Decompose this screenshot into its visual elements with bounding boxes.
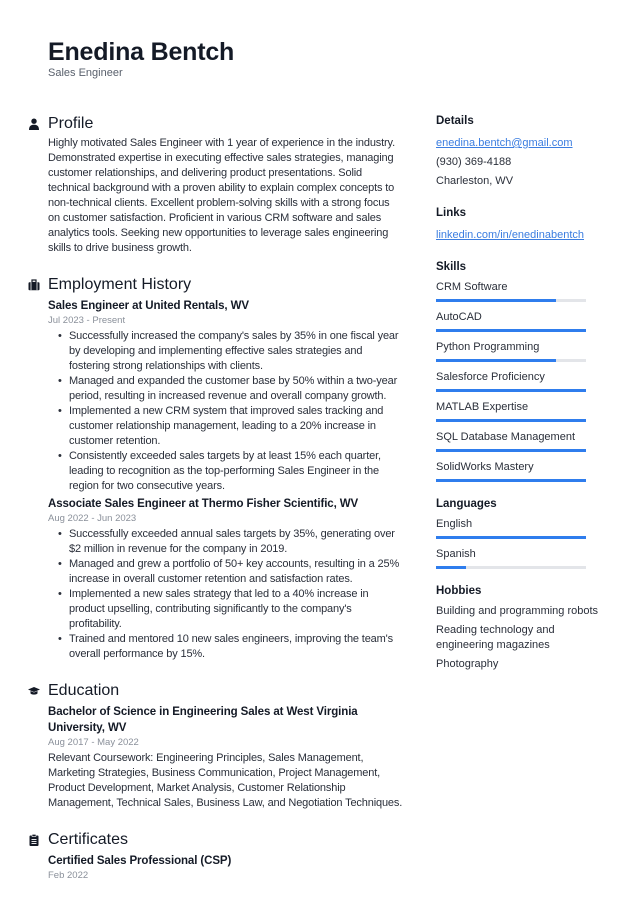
details-heading: Details — [436, 115, 474, 127]
language-item-level-fill — [436, 566, 466, 569]
hobby-item: Building and programming robots — [436, 605, 599, 617]
achievement-item: Trained and mentored 10 new sales engine… — [58, 632, 404, 662]
language-item-level-track — [436, 566, 586, 569]
skills-section: Skills CRM Software AutoCAD Python Program… — [436, 259, 606, 482]
education-heading-text: Education — [48, 682, 120, 699]
graduation-cap-icon — [28, 687, 40, 695]
job-dates: Jul 2023 - Present — [48, 315, 126, 326]
job-title: Associate Sales Engineer at Thermo Fishe… — [48, 498, 359, 510]
skill-item-level-fill — [436, 419, 586, 422]
achievement-item: Managed and expanded the customer base b… — [58, 374, 404, 404]
job-dates: Aug 2022 - Jun 2023 — [48, 513, 137, 524]
achievement-item: Implemented a new CRM system that improv… — [58, 404, 404, 449]
education-section: Education Bachelor of Science in Enginee… — [28, 680, 404, 811]
skill-item: Python Programming — [436, 340, 606, 362]
skill-item-label: MATLAB Expertise — [436, 401, 529, 413]
skill-item-level-track — [436, 359, 586, 362]
education-entry: Bachelor of Science in Engineering Sales… — [48, 704, 404, 811]
skills-list: CRM Software AutoCAD Python Programming Sal… — [436, 280, 606, 482]
links-heading: Links — [436, 207, 467, 219]
sidebar-column: Details enedina.bentch@gmail.com (930) 3… — [436, 113, 606, 686]
language-item: Spanish — [436, 547, 606, 569]
skill-item: Salesforce Proficiency — [436, 370, 606, 392]
skill-item-level-track — [436, 329, 586, 332]
main-column: Profile Highly motivated Sales Engineer … — [28, 113, 404, 901]
hobbies-heading: Hobbies — [436, 585, 482, 597]
skill-item-level-track — [436, 449, 586, 452]
certificates-heading: Certificates — [29, 829, 404, 851]
skill-item-label: Salesforce Proficiency — [436, 371, 545, 383]
job-achievements: Successfully exceeded annual sales targe… — [48, 527, 404, 662]
phone-number: (930) 369-4188 — [436, 156, 512, 168]
education-heading: Education — [28, 680, 404, 702]
skill-item: SolidWorks Mastery — [436, 460, 606, 482]
skill-item-level-track — [436, 419, 586, 422]
hobby-item: Photography — [436, 658, 499, 670]
skill-item: AutoCAD — [436, 310, 606, 332]
languages-section: Languages English Spanish — [436, 496, 606, 569]
skill-item-level-fill — [436, 359, 556, 362]
briefcase-icon — [28, 279, 40, 291]
skill-item: CRM Software — [436, 280, 606, 302]
location: Charleston, WV — [436, 175, 514, 187]
candidate-title: Sales Engineer — [48, 67, 123, 79]
profile-heading: Profile — [29, 113, 404, 135]
skill-item-level-fill — [436, 389, 586, 392]
hobbies-section: Hobbies Building and programming robots … — [436, 583, 606, 672]
achievement-item: Implemented a new sales strategy that le… — [58, 587, 404, 632]
employment-heading-text: Employment History — [48, 276, 192, 293]
skill-item-level-fill — [436, 479, 586, 482]
achievement-item: Successfully exceeded annual sales targe… — [58, 527, 404, 557]
skill-item-label: AutoCAD — [436, 311, 482, 323]
skill-item-label: CRM Software — [436, 281, 508, 293]
skill-item-level-fill — [436, 449, 586, 452]
skill-item-label: SolidWorks Mastery — [436, 461, 534, 473]
skill-item-level-fill — [436, 329, 586, 332]
achievement-item: Consistently exceeded sales targets by a… — [58, 449, 404, 494]
profile-section: Profile Highly motivated Sales Engineer … — [29, 113, 404, 256]
profile-heading-text: Profile — [48, 115, 94, 132]
education-description: Relevant Coursework: Engineering Princip… — [48, 752, 403, 809]
clipboard-icon — [29, 834, 39, 846]
employment-heading: Employment History — [28, 274, 404, 296]
skill-item-level-track — [436, 299, 586, 302]
skill-item-level-track — [436, 479, 586, 482]
certificate-entry: Certified Sales Professional (CSP) Feb 2… — [48, 853, 404, 883]
candidate-name: Enedina Bentch — [48, 38, 235, 66]
certificate-title: Certified Sales Professional (CSP) — [48, 855, 232, 867]
job-title: Sales Engineer at United Rentals, WV — [48, 300, 249, 312]
email-link[interactable]: enedina.bentch@gmail.com — [436, 134, 606, 153]
language-item-level-track — [436, 536, 586, 539]
language-item: English — [436, 517, 606, 539]
certificates-section: Certificates Certified Sales Professiona… — [29, 829, 404, 883]
links-section: Links linkedin.com/in/enedinabentch — [436, 205, 606, 245]
language-item-level-fill — [436, 536, 586, 539]
certificate-date: Feb 2022 — [48, 870, 89, 881]
skill-item: MATLAB Expertise — [436, 400, 606, 422]
languages-heading: Languages — [436, 498, 497, 510]
skills-heading: Skills — [436, 261, 467, 273]
hobby-item: Reading technology and engineering magaz… — [436, 624, 555, 651]
degree-title: Bachelor of Science in Engineering Sales… — [48, 706, 358, 734]
achievement-item: Managed and grew a portfolio of 50+ key … — [58, 557, 404, 587]
languages-list: English Spanish — [436, 517, 606, 569]
job-entry: Sales Engineer at United Rentals, WV Jul… — [48, 298, 404, 494]
certificates-heading-text: Certificates — [48, 831, 129, 848]
skill-item-level-track — [436, 389, 586, 392]
job-entry: Associate Sales Engineer at Thermo Fishe… — [48, 496, 404, 662]
job-achievements: Successfully increased the company's sal… — [48, 329, 404, 494]
skill-item-level-fill — [436, 299, 556, 302]
education-dates: Aug 2017 - May 2022 — [48, 737, 139, 748]
language-item-label: English — [436, 518, 473, 530]
skill-item: SQL Database Management — [436, 430, 606, 452]
profile-summary: Highly motivated Sales Engineer with 1 y… — [48, 137, 395, 254]
employment-section: Employment History Sales Engineer at Uni… — [28, 274, 404, 662]
achievement-item: Successfully increased the company's sal… — [58, 329, 404, 374]
person-icon — [29, 118, 39, 130]
skill-item-label: SQL Database Management — [436, 431, 576, 443]
skill-item-label: Python Programming — [436, 341, 540, 353]
details-section: Details enedina.bentch@gmail.com (930) 3… — [436, 113, 606, 191]
language-item-label: Spanish — [436, 548, 476, 560]
linkedin-link[interactable]: linkedin.com/in/enedinabentch — [436, 226, 606, 245]
